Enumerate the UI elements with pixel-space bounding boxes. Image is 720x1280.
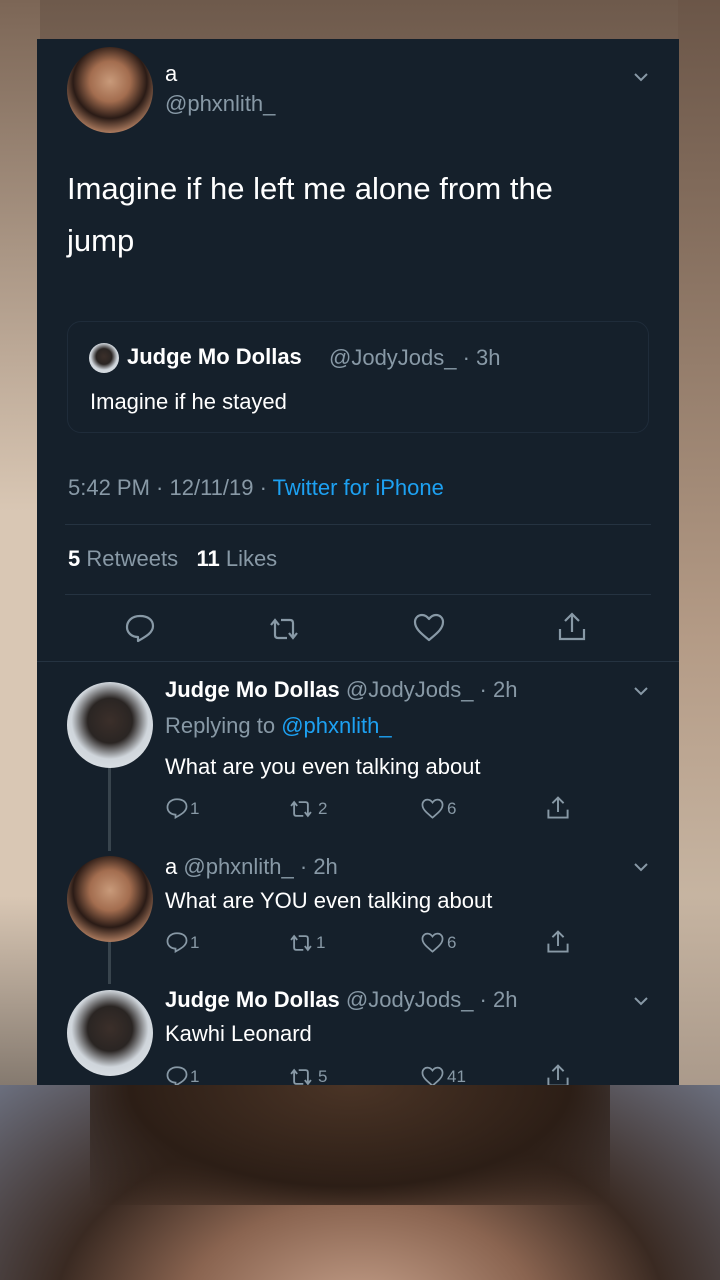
share-icon[interactable] — [546, 929, 570, 955]
chevron-down-icon[interactable] — [634, 684, 648, 698]
retweet-count: 2 — [318, 799, 328, 818]
reply-actions: 1 5 41 — [166, 1063, 586, 1085]
retweet-count: 1 — [316, 933, 326, 952]
comment-count: 1 — [190, 933, 200, 952]
avatar[interactable] — [67, 856, 153, 942]
quoted-author-name: Judge Mo Dollas — [127, 344, 302, 369]
tweet-screenshot: a @phxnlith_ Imagine if he left me alone… — [37, 39, 679, 1085]
tweet-text-line-2: jump — [67, 223, 135, 258]
reply-author-name: Judge Mo Dollas — [165, 987, 340, 1012]
reply-3[interactable]: Judge Mo Dollas @JodyJods_ · 2h Kawhi Le… — [165, 987, 645, 1067]
reply-text: What are YOU even talking about — [165, 888, 493, 913]
reply-author-name: Judge Mo Dollas — [165, 677, 340, 702]
reply-actions: 1 2 6 — [166, 795, 586, 821]
comment-icon[interactable] — [166, 797, 188, 819]
likes-label: Likes — [225, 546, 278, 571]
chevron-down-icon[interactable] — [634, 994, 648, 1008]
author-handle[interactable]: @phxnlith_ — [165, 91, 275, 117]
chevron-down-icon[interactable] — [634, 70, 648, 84]
quoted-avatar — [89, 343, 119, 373]
heart-icon[interactable] — [413, 613, 445, 643]
retweets-count: 5 — [68, 546, 81, 571]
comment-icon[interactable] — [125, 613, 155, 643]
comment-icon[interactable] — [166, 1065, 188, 1085]
comment-count: 1 — [190, 1067, 200, 1085]
divider — [65, 524, 651, 525]
quoted-tweet-text: Imagine if he stayed — [90, 389, 287, 414]
divider — [37, 661, 679, 662]
quoted-tweet[interactable] — [67, 321, 649, 433]
comment-count: 1 — [190, 799, 200, 818]
retweet-icon[interactable] — [288, 1066, 314, 1085]
quoted-author-meta: @JodyJods_ · 3h — [329, 345, 501, 370]
tweet-timestamp: 5:42 PM · 12/11/19 · — [68, 475, 273, 500]
share-icon[interactable] — [557, 611, 587, 643]
reply-text: What are you even talking about — [165, 754, 481, 779]
reply-author-meta: @phxnlith_ · 2h — [183, 854, 338, 879]
reply-text: Kawhi Leonard — [165, 1021, 312, 1046]
retweet-icon[interactable] — [288, 932, 314, 954]
heart-icon[interactable] — [421, 932, 444, 954]
tweet-text-line-1: Imagine if he left me alone from the — [67, 171, 553, 206]
heart-icon[interactable] — [421, 798, 444, 820]
author-name[interactable]: a — [165, 61, 177, 87]
retweet-icon[interactable] — [288, 798, 314, 820]
tweet-stats: 5 Retweets 11 Likes — [68, 546, 277, 572]
replying-to-label: Replying to — [165, 713, 282, 738]
likes-count: 11 — [196, 546, 220, 571]
reply-2[interactable]: a @phxnlith_ · 2h What are YOU even talk… — [165, 854, 645, 934]
like-count: 6 — [447, 933, 457, 952]
like-count: 41 — [447, 1067, 466, 1085]
retweet-count: 5 — [318, 1067, 328, 1085]
replying-to-handle[interactable]: @phxnlith_ — [281, 713, 391, 738]
retweets-label: Retweets — [86, 546, 179, 571]
thread-line — [108, 942, 111, 984]
likes-stat[interactable]: 11 Likes — [196, 546, 277, 571]
reply-author-meta: @JodyJods_ · 2h — [345, 987, 518, 1012]
reply-author-meta: @JodyJods_ · 2h — [345, 677, 518, 702]
like-count: 6 — [447, 799, 457, 818]
comment-icon[interactable] — [166, 931, 188, 953]
divider — [65, 594, 651, 595]
thread-line — [108, 767, 111, 851]
avatar[interactable] — [67, 990, 153, 1076]
tweet-source-link[interactable]: Twitter for iPhone — [273, 475, 444, 500]
share-icon[interactable] — [546, 795, 570, 821]
chevron-down-icon[interactable] — [634, 860, 648, 874]
reply-actions: 1 1 6 — [166, 929, 586, 955]
reply-author-name: a — [165, 854, 178, 879]
retweet-icon[interactable] — [267, 615, 301, 643]
share-icon[interactable] — [546, 1063, 570, 1085]
avatar[interactable] — [67, 47, 153, 133]
heart-icon[interactable] — [421, 1066, 444, 1085]
avatar[interactable] — [67, 682, 153, 768]
background-photo-hair — [90, 1085, 610, 1205]
retweets-stat[interactable]: 5 Retweets — [68, 546, 178, 571]
